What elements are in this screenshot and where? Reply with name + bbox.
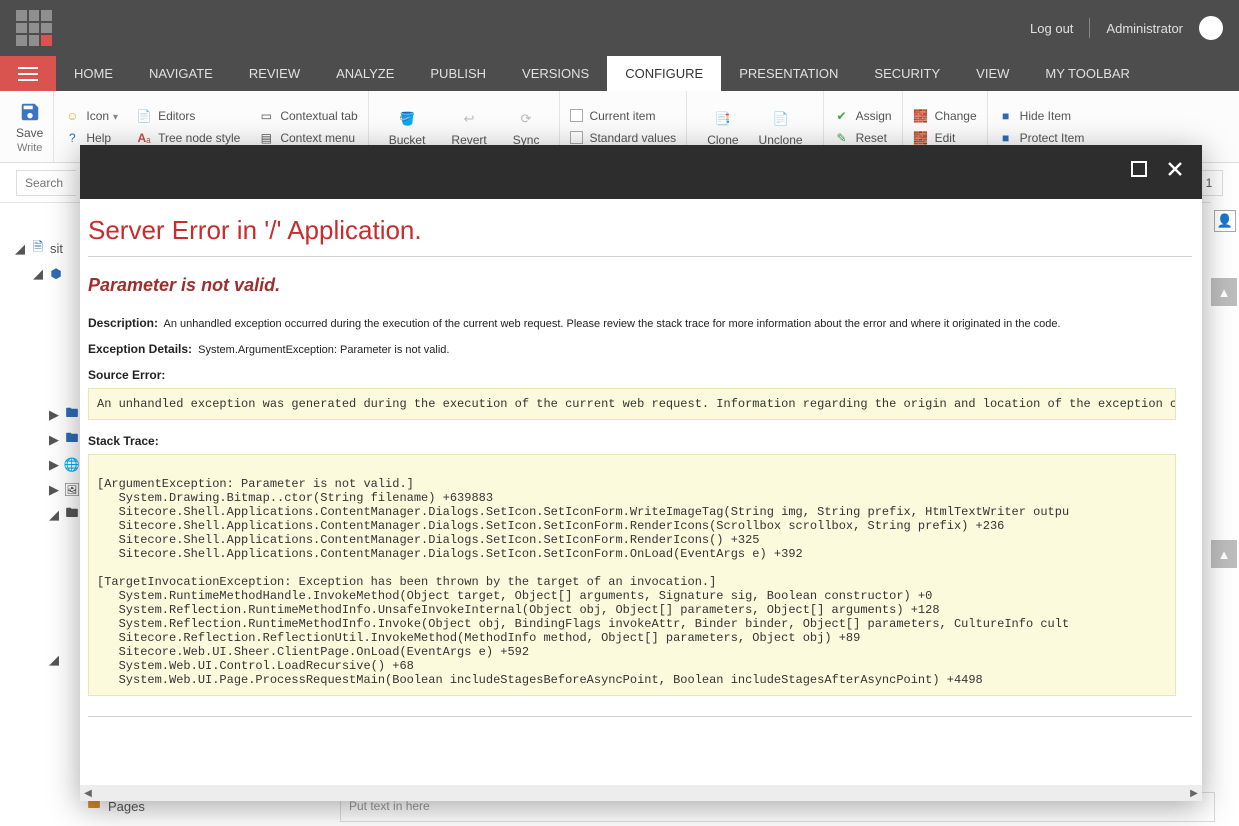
assign-icon: ✔ [834,108,850,124]
modal-titlebar [80,145,1202,199]
tree-toggle[interactable]: ◢ [32,266,44,282]
error-subtitle: Parameter is not valid. [88,275,1192,296]
checkbox-icon [570,109,583,122]
current-user-label[interactable]: Administrator [1106,21,1183,36]
text-style-icon: Aₐ [136,130,152,146]
main-nav: HOME NAVIGATE REVIEW ANALYZE PUBLISH VER… [0,56,1239,91]
top-header: Log out Administrator [0,0,1239,56]
save-button[interactable]: Save Write [6,91,54,162]
tab-icon: ▭ [258,108,274,124]
unclone-icon: 📄 [769,107,793,131]
sync-button: ⟳ Sync [503,107,550,147]
tab-analyze[interactable]: ANALYZE [318,56,412,91]
tree-toggle[interactable]: ◢ [48,652,60,668]
tab-versions[interactable]: VERSIONS [504,56,607,91]
search-input[interactable] [16,170,76,196]
globe-icon: 🌐 [64,457,80,473]
error-exception-details: Exception Details: System.ArgumentExcept… [88,342,1192,356]
folder-icon: 🖿 [64,432,80,448]
logout-link[interactable]: Log out [1030,21,1073,36]
tab-security[interactable]: SECURITY [856,56,958,91]
tree-toggle[interactable]: ▶ [48,457,60,473]
reset-icon: ✎ [834,130,850,146]
error-title: Server Error in '/' Application. [88,215,1192,246]
tab-presentation[interactable]: PRESENTATION [721,56,856,91]
revert-icon: ↩ [457,107,481,131]
tree-toggle[interactable]: ▶ [48,407,60,423]
assign-button[interactable]: ✔ Assign [834,105,892,127]
tab-configure[interactable]: CONFIGURE [607,56,721,91]
error-modal: Server Error in '/' Application. Paramet… [80,145,1202,801]
editors-button[interactable]: 📄 Editors [136,105,240,127]
divider [88,716,1192,717]
topbar-divider [1089,18,1090,38]
menu-icon: ▤ [258,130,274,146]
horizontal-scrollbar[interactable]: ◀ ▶ [80,785,1202,801]
change-icon: 🧱 [913,108,929,124]
tree-item-root[interactable]: sit [50,241,63,256]
stack-trace-label: Stack Trace: [88,434,1192,448]
user-avatar-icon[interactable] [1199,16,1223,40]
stack-trace-block: [ArgumentException: Parameter is not val… [88,454,1176,696]
checkbox-icon [570,131,583,144]
hide-item-button[interactable]: ■ Hide Item [998,105,1085,127]
tab-home[interactable]: HOME [56,56,131,91]
unclone-button: 📄 Unclone [749,107,813,147]
error-description: Description: An unhandled exception occu… [88,316,1192,330]
icon-dropdown[interactable]: ☺ Icon [64,105,118,127]
tree-toggle[interactable]: ◢ [14,241,26,257]
source-error-block: An unhandled exception was generated dur… [88,388,1176,420]
image-icon: 🖼 [64,482,80,498]
close-button[interactable] [1166,160,1184,184]
bucket-icon: 🪣 [395,107,419,131]
hide-icon: ■ [998,108,1014,124]
save-label: Save [16,126,43,140]
sync-icon: ⟳ [514,107,538,131]
scroll-right-icon[interactable]: ▶ [1186,785,1202,801]
source-error-label: Source Error: [88,368,1192,382]
doc-icon: 🗎 [30,241,46,257]
tree-toggle[interactable]: ▶ [48,482,60,498]
menu-button[interactable] [0,56,56,91]
scroll-up-button[interactable]: ▲ [1211,540,1237,568]
modal-body[interactable]: Server Error in '/' Application. Paramet… [80,199,1202,785]
save-sublabel: Write [17,142,42,154]
contextual-tab-button[interactable]: ▭ Contextual tab [258,105,357,127]
tree-toggle[interactable]: ◢ [48,507,60,523]
tab-navigate[interactable]: NAVIGATE [131,56,231,91]
help-icon: ? [64,130,80,146]
revert-button: ↩ Revert [441,107,496,147]
tab-view[interactable]: VIEW [958,56,1027,91]
edit-icon: 🧱 [913,130,929,146]
scroll-left-icon[interactable]: ◀ [80,785,96,801]
scroll-up-button[interactable]: ▲ [1211,278,1237,306]
change-button[interactable]: 🧱 Change [913,105,977,127]
right-rail: 👤 ▲ ▲ [1211,202,1239,826]
save-icon [18,100,42,124]
tab-publish[interactable]: PUBLISH [412,56,504,91]
protect-icon: ■ [998,130,1014,146]
cube-icon: ⬢ [48,266,64,282]
current-item-checkbox[interactable]: Current item [570,105,676,127]
app-logo-icon[interactable] [16,10,52,46]
tab-my-toolbar[interactable]: MY TOOLBAR [1027,56,1148,91]
divider [88,256,1192,257]
editors-icon: 📄 [136,108,152,124]
folder-icon: 🖿 [64,507,80,523]
bucket-button[interactable]: 🪣 Bucket [379,107,436,147]
tab-review[interactable]: REVIEW [231,56,318,91]
clone-button: 📑 Clone [697,107,748,147]
tree-toggle[interactable]: ▶ [48,432,60,448]
profile-icon[interactable]: 👤 [1214,210,1236,232]
clone-icon: 📑 [711,107,735,131]
folder-icon: 🖿 [64,407,80,423]
maximize-button[interactable] [1130,160,1148,184]
smiley-icon: ☺ [64,108,80,124]
